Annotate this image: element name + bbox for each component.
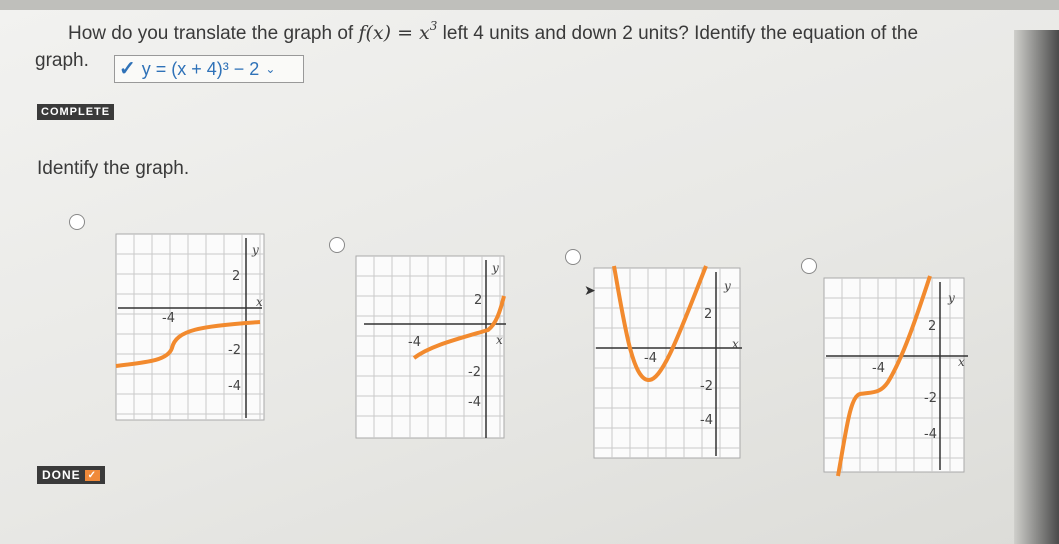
x-axis-label: x <box>732 337 739 351</box>
question-text-graph-word: graph. <box>35 50 89 71</box>
tick-label: -4 <box>700 413 713 428</box>
y-axis-label: y <box>947 291 955 305</box>
tick-label: -4 <box>872 361 885 376</box>
equation-dropdown[interactable]: ✓ y = (x + 4)³ − 2 ⌄ <box>114 55 304 83</box>
chevron-down-icon: ⌄ <box>265 62 276 76</box>
graph-option-c[interactable]: y x 2 -4 -2 -4 <box>588 262 748 462</box>
tick-label: -2 <box>228 343 241 358</box>
graph-option-b[interactable]: y x 2 -4 -2 -4 <box>350 252 510 442</box>
x-axis-label: x <box>958 355 965 369</box>
tick-label: -2 <box>700 379 713 394</box>
radio-graph-a[interactable] <box>69 214 85 230</box>
grid <box>115 233 265 421</box>
question-text: How do you translate the graph of f(x) =… <box>68 19 919 44</box>
radio-graph-d[interactable] <box>801 258 817 274</box>
complete-badge: COMPLETE <box>37 104 115 120</box>
tick-label: -4 <box>468 395 481 410</box>
graph-option-a[interactable]: y x 2 -4 -2 -4 <box>110 230 270 425</box>
graph-option-d[interactable]: y x 2 -4 -2 -4 <box>818 272 973 477</box>
tick-label: 2 <box>232 269 240 284</box>
check-icon: ✓ <box>84 469 101 481</box>
identify-instruction: Identify the graph. <box>37 158 190 179</box>
radio-graph-c[interactable] <box>565 249 581 265</box>
tick-label: -4 <box>408 335 421 350</box>
tick-label: 2 <box>474 293 482 308</box>
radio-graph-b[interactable] <box>329 237 345 253</box>
tick-label: -4 <box>162 311 175 326</box>
y-axis-label: y <box>723 279 731 293</box>
tick-label: -2 <box>924 391 937 406</box>
tick-label: -4 <box>924 427 937 442</box>
tick-label: 2 <box>704 307 712 322</box>
x-axis-label: x <box>256 295 263 309</box>
done-button[interactable]: DONE ✓ <box>37 466 106 484</box>
y-axis-label: y <box>491 261 499 275</box>
tick-label: -2 <box>468 365 481 380</box>
top-bar <box>0 0 1059 10</box>
equation-dropdown-value: y = (x + 4)³ − 2 <box>141 58 260 79</box>
screen-edge <box>1014 30 1059 544</box>
y-axis-label: y <box>251 243 259 257</box>
tick-label: -4 <box>228 379 241 394</box>
tick-label: 2 <box>928 319 936 334</box>
mouse-cursor-icon: ➤ <box>584 282 596 298</box>
check-icon: ✓ <box>119 58 136 80</box>
tick-label: -4 <box>644 351 657 366</box>
x-axis-label: x <box>496 333 503 347</box>
